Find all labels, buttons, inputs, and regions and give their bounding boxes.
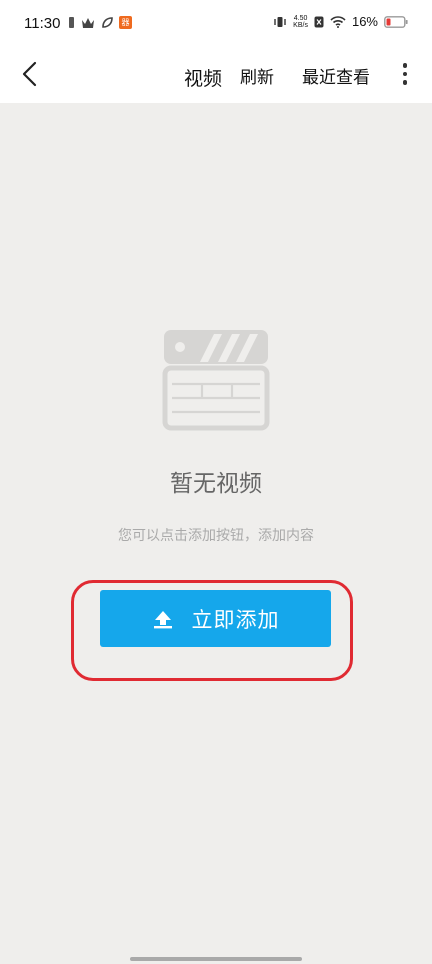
clapperboard-icon	[162, 330, 270, 431]
wifi-icon	[330, 15, 346, 28]
network-speed: 4.50 KB/s	[293, 15, 308, 29]
upload-icon	[153, 610, 172, 628]
status-system-icons: 4.50 KB/s 16%	[273, 14, 408, 29]
refresh-button[interactable]: 刷新	[240, 63, 274, 88]
recent-viewed-button[interactable]: 最近查看	[302, 63, 370, 88]
page-title: 视频	[184, 68, 223, 90]
status-time: 11:30	[24, 15, 61, 32]
top-navigation-bar: 视频 刷新 最近查看	[0, 50, 432, 103]
empty-state-subtitle: 您可以点击添加按钮，添加内容	[118, 528, 314, 544]
more-dot	[402, 71, 408, 77]
more-options-button[interactable]	[396, 60, 414, 88]
network-speed-value: 4.50	[293, 14, 308, 22]
sim-off-icon	[314, 16, 324, 27]
status-bar: 11:30 器 4.50 KB/s 16%	[0, 0, 432, 50]
crown-icon	[82, 17, 94, 28]
empty-state-title: 暂无视频	[170, 471, 262, 497]
chevron-left-icon	[22, 61, 37, 87]
back-button[interactable]	[14, 58, 44, 90]
battery-small-icon	[69, 17, 74, 28]
battery-percent: 16%	[351, 14, 378, 29]
home-indicator[interactable]	[130, 957, 302, 961]
app-badge-icon: 器	[119, 16, 132, 29]
battery-icon	[384, 15, 408, 28]
add-now-button-label: 立即添加	[191, 607, 280, 632]
add-now-button[interactable]: 立即添加	[100, 590, 331, 647]
leaf-icon	[102, 16, 113, 28]
more-vertical-icon	[402, 63, 408, 68]
vibrate-icon	[274, 16, 286, 27]
network-speed-unit: KB/s	[293, 21, 308, 29]
status-notification-icons: 器	[68, 16, 132, 29]
more-dot	[402, 80, 408, 85]
